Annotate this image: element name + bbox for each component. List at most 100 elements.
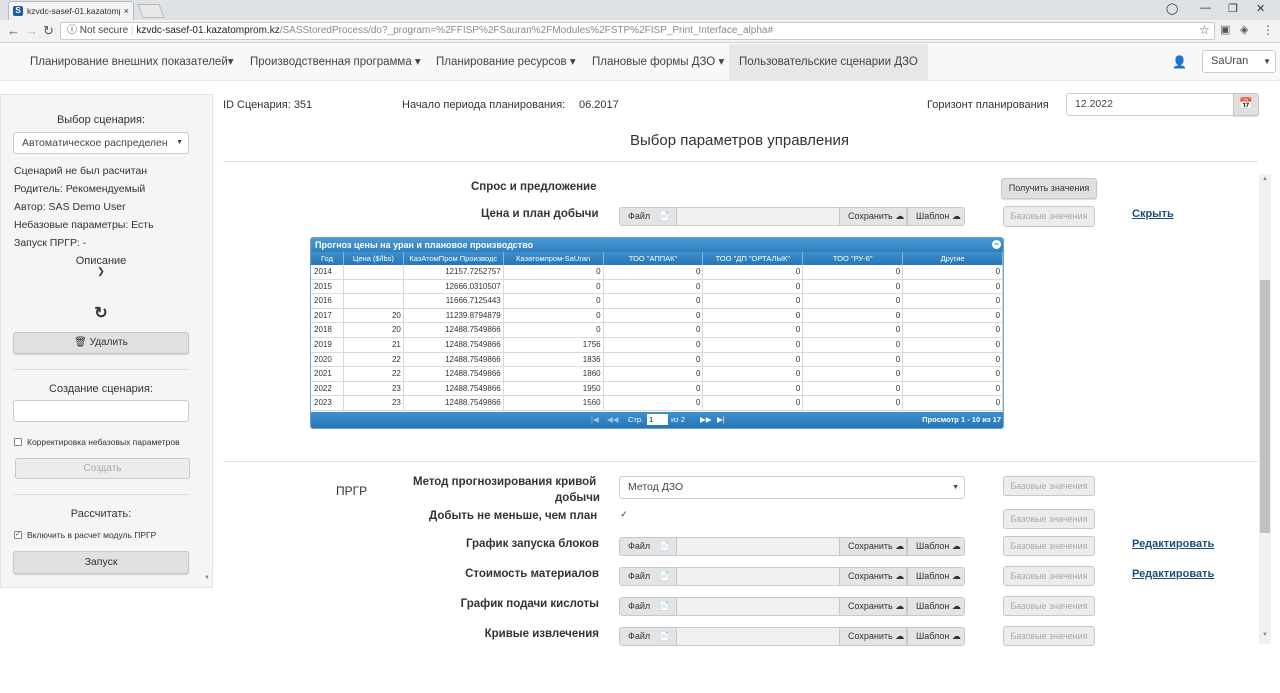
include-prgr-checkbox[interactable]: ✓ — [14, 531, 22, 539]
calendar-icon[interactable]: 📅 — [1233, 93, 1259, 116]
file-icon: 📄 — [658, 571, 670, 581]
tab-close-icon[interactable]: × — [124, 6, 129, 16]
mine-not-less-checkbox[interactable]: ✓ — [620, 510, 628, 519]
extension-icon[interactable]: ▣ — [1220, 23, 1230, 36]
base-values-button[interactable]: Базовые значения — [1003, 509, 1095, 529]
base-values-button[interactable]: Базовые значения — [1003, 206, 1095, 227]
save-button[interactable]: Сохранить ☁ — [839, 567, 907, 586]
nav-resource-planning[interactable]: Планирование ресурсов ▾ — [436, 44, 576, 80]
scenario-name-input[interactable] — [13, 400, 189, 422]
menu-kebab-icon[interactable]: ⋮ — [1262, 23, 1274, 37]
file-path-input[interactable] — [677, 537, 839, 556]
horizon-input[interactable]: 12.2022 — [1066, 93, 1234, 116]
file-button[interactable]: Файл 📄 — [619, 597, 677, 616]
scenario-select[interactable]: Автоматическое распределен ▼ — [13, 132, 189, 154]
next-page-icon[interactable]: ▶▶ — [700, 412, 712, 428]
nav-production-program[interactable]: Производственная программа ▾ — [250, 44, 421, 80]
table-row[interactable]: 2019 21 12488.7549866 1756 0 0 0 0 — [311, 337, 1003, 353]
base-values-button[interactable]: Базовые значения — [1003, 596, 1095, 616]
collapse-icon[interactable]: − — [992, 240, 1001, 249]
nav-user-scenarios[interactable]: Пользовательские сценарии ДЗО — [729, 44, 928, 80]
adjust-nonbase-checkbox[interactable] — [14, 438, 22, 446]
file-button[interactable]: Файл 📄 — [619, 567, 677, 586]
scroll-down-icon[interactable]: ▼ — [1262, 632, 1268, 638]
table-row[interactable]: 2021 22 12488.7549866 1860 0 0 0 0 — [311, 367, 1003, 382]
create-button[interactable]: Создать — [15, 458, 190, 479]
profile-icon[interactable]: ◯ — [1166, 2, 1178, 15]
table-row[interactable]: 2015 12666.0310507 0 0 0 0 0 — [311, 279, 1003, 295]
table-row[interactable]: 2014 12157.7252757 0 0 0 0 0 — [311, 265, 1003, 280]
file-button[interactable]: Файл 📄 — [619, 627, 677, 646]
col-header[interactable]: ТОО "ДП "ОРТАЛЫК" — [703, 252, 804, 265]
nav-external-indicators[interactable]: Планирование внешних показателей▾ — [30, 44, 234, 80]
base-values-button[interactable]: Базовые значения — [1003, 536, 1095, 556]
restore-icon[interactable]: ❐ — [1228, 2, 1238, 15]
last-page-icon[interactable]: ▶| — [717, 412, 725, 428]
info-icon[interactable]: ⓘ — [67, 25, 77, 36]
run-button[interactable]: Запуск — [13, 551, 189, 574]
forward-icon[interactable]: → — [25, 23, 38, 38]
get-values-button[interactable]: Получить значения — [1001, 178, 1097, 199]
col-header[interactable]: ТОО "АППАК" — [604, 252, 704, 265]
table-cell: 1560 — [504, 396, 604, 410]
table-row[interactable]: 2023 23 12488.7549866 1560 0 0 0 0 — [311, 396, 1003, 411]
delete-button[interactable]: 🗑 Удалить — [13, 332, 189, 354]
save-button[interactable]: Сохранить ☁ — [839, 537, 907, 556]
first-page-icon[interactable]: |◀ — [591, 412, 599, 428]
scrollbar-thumb[interactable] — [1260, 280, 1270, 533]
template-button[interactable]: Шаблон ☁ — [907, 537, 965, 556]
table-row[interactable]: 2018 20 12488.7549866 0 0 0 0 0 — [311, 323, 1003, 338]
file-path-input[interactable] — [677, 207, 839, 226]
table-row[interactable]: 2017 20 11239.8794879 0 0 0 0 0 — [311, 308, 1003, 324]
template-button[interactable]: Шаблон ☁ — [907, 597, 965, 616]
url-input[interactable]: ⓘ Not secure | kzvdc-sasef-01.kazatompro… — [60, 22, 1215, 40]
base-values-button[interactable]: Базовые значения — [1003, 566, 1095, 586]
user-select[interactable]: SaUran ▼ — [1202, 50, 1276, 73]
page-input[interactable]: 1 — [647, 414, 668, 425]
col-header[interactable]: КазАтомПром Производс — [404, 252, 504, 265]
file-path-input[interactable] — [677, 627, 839, 646]
base-values-button[interactable]: Базовые значения — [1003, 476, 1095, 496]
reload-icon[interactable]: ↻ — [43, 23, 54, 39]
hide-link[interactable]: Скрыть — [1132, 208, 1174, 220]
col-header[interactable]: ТОО "РУ-6" — [803, 252, 904, 265]
refresh-icon[interactable]: ↻ — [1, 303, 201, 323]
col-header[interactable]: Другие — [903, 252, 1003, 265]
window-close-icon[interactable]: ✕ — [1256, 2, 1265, 15]
scroll-down-icon[interactable]: ▼ — [204, 575, 210, 581]
table-cell: 1756 — [504, 337, 604, 352]
template-button[interactable]: Шаблон ☁ — [907, 567, 965, 586]
chevron-down-icon[interactable]: ❯ — [1, 266, 201, 277]
method-select[interactable]: Метод ДЗО ▼ — [619, 476, 965, 499]
new-tab-button[interactable] — [137, 4, 165, 18]
edit-blocks-link[interactable]: Редактировать — [1132, 538, 1214, 550]
save-button[interactable]: Сохранить ☁ — [839, 627, 907, 646]
bookmark-star-icon[interactable]: ☆ — [1199, 23, 1210, 37]
file-button[interactable]: Файл 📄 — [619, 537, 677, 556]
file-path-input[interactable] — [677, 597, 839, 616]
template-button[interactable]: Шаблон ☁ — [907, 207, 965, 226]
table-cell: 0 — [604, 381, 704, 396]
prev-page-icon[interactable]: ◀◀ — [607, 412, 619, 428]
scroll-up-icon[interactable]: ▲ — [1262, 176, 1268, 182]
create-scenario-label: Создание сценария: — [49, 383, 153, 395]
col-header[interactable]: Год — [311, 252, 344, 265]
col-header[interactable]: Казатомпром-SaUran — [504, 252, 604, 265]
save-button[interactable]: Сохранить ☁ — [839, 207, 907, 226]
base-values-button[interactable]: Базовые значения — [1003, 626, 1095, 646]
table-row[interactable]: 2020 22 12488.7549866 1836 0 0 0 0 — [311, 352, 1003, 368]
back-icon[interactable]: ← — [7, 23, 20, 38]
table-row[interactable]: 2022 23 12488.7549866 1950 0 0 0 0 — [311, 381, 1003, 397]
col-header[interactable]: Цена ($/lbs) — [344, 252, 404, 265]
save-button[interactable]: Сохранить ☁ — [839, 597, 907, 616]
browser-tab[interactable]: S kzvdc-sasef-01.kazatomp × — [8, 1, 134, 20]
nav-plan-forms[interactable]: Плановые формы ДЗО ▾ — [592, 44, 724, 80]
cloud-download-icon: ☁ — [951, 211, 961, 221]
minimize-icon[interactable]: — — [1200, 2, 1211, 14]
table-row[interactable]: 2016 11666.7125443 0 0 0 0 0 — [311, 294, 1003, 309]
template-button[interactable]: Шаблон ☁ — [907, 627, 965, 646]
edit-materials-link[interactable]: Редактировать — [1132, 568, 1214, 580]
file-path-input[interactable] — [677, 567, 839, 586]
extension2-icon[interactable]: ◈ — [1240, 23, 1248, 36]
file-button[interactable]: Файл 📄 — [619, 207, 677, 226]
